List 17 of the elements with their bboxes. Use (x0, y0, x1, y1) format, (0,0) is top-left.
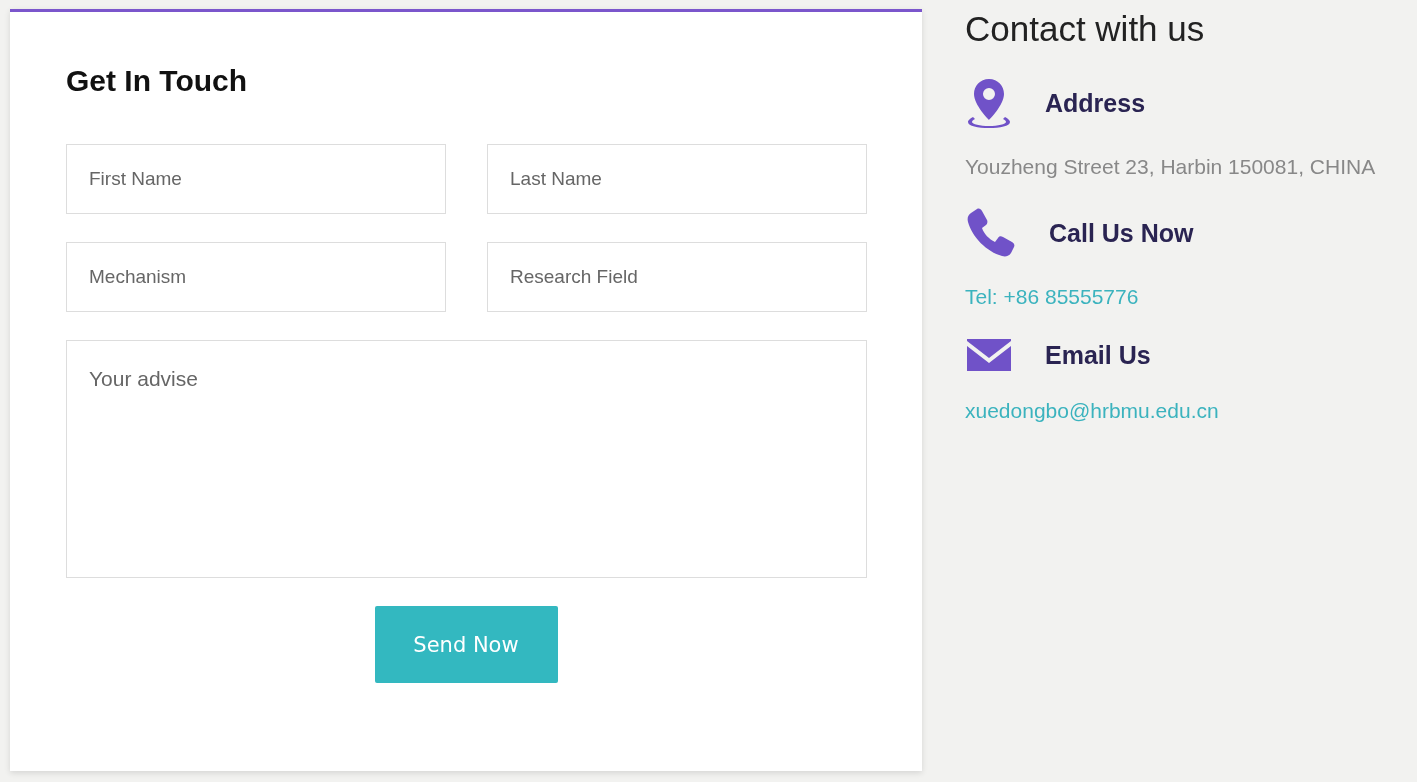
message-field[interactable]: Your advise (66, 340, 867, 578)
phone-icon (965, 207, 1017, 259)
contact-heading: Email Us (1045, 340, 1151, 370)
contact-heading: Address (1045, 88, 1146, 118)
contact-heading: Call Us Now (1049, 218, 1194, 248)
input-field[interactable]: Last Name (487, 144, 867, 214)
form-title: Get In Touch (66, 64, 249, 98)
input-field[interactable]: Research Field (487, 242, 867, 312)
contact-title: Contact with us (965, 9, 1206, 49)
input-field[interactable]: First Name (66, 144, 446, 214)
envelope-icon (965, 337, 1013, 373)
location-pin-icon (965, 77, 1013, 129)
send-button[interactable]: Send Now (374, 606, 558, 683)
contact-link[interactable]: xuedongbo@hrbmu.edu.cn (965, 399, 1417, 423)
address-text: Youzheng Street 23, Harbin 150081, CHINA (965, 155, 1377, 179)
contact-link[interactable]: Tel: +86 85555776 (965, 285, 1417, 309)
input-field[interactable]: Mechanism (66, 242, 446, 312)
